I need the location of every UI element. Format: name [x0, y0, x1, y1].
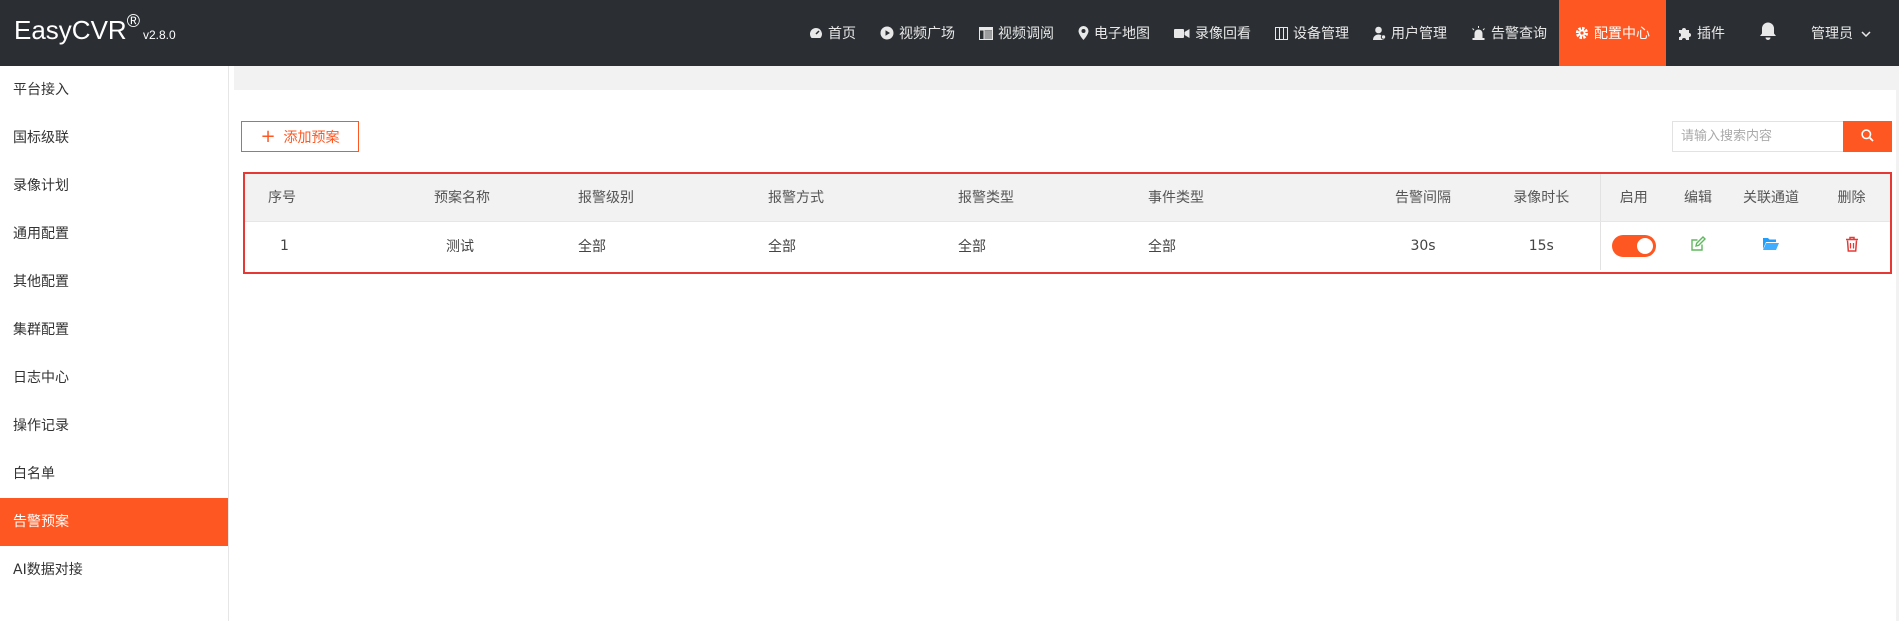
cell-alarm-type: 全部 [958, 238, 986, 255]
nav-item-label: 视频调阅 [998, 26, 1054, 42]
folder-open-icon[interactable] [1762, 237, 1780, 251]
col-header-edit: 编辑 [1667, 174, 1729, 222]
trash-icon[interactable] [1845, 236, 1859, 252]
table-row[interactable]: 1 测试 全部 全部 全部 全部 30s 15s [245, 221, 1890, 270]
cell-alarm-method: 全部 [768, 238, 796, 255]
cell-plan-name: 测试 [446, 238, 474, 255]
cell-alarm-interval: 30s [1410, 237, 1436, 254]
user-menu[interactable]: 管理员 [1803, 0, 1899, 66]
nav-item-playback[interactable]: 录像回看 [1162, 0, 1263, 66]
edit-icon[interactable] [1690, 235, 1706, 252]
nav-item-video-browse[interactable]: 视频调阅 [967, 0, 1066, 66]
col-header-index: 序号 [245, 174, 400, 222]
enable-toggle[interactable] [1611, 234, 1656, 257]
sidebar-item-whitelist[interactable]: 白名单 [0, 450, 228, 498]
sidebar-item-ai-data[interactable]: AI数据对接 [0, 546, 228, 594]
add-plan-label: 添加预案 [283, 129, 340, 146]
brand-logo[interactable]: EasyCVR®v2.8.0 [14, 11, 176, 46]
video-camera-icon [1174, 28, 1190, 39]
sidebar-item-other-config[interactable]: 其他配置 [0, 258, 228, 306]
sidebar-item-record-plan[interactable]: 录像计划 [0, 162, 228, 210]
add-plan-button[interactable]: + 添加预案 [241, 121, 359, 152]
nav-item-label: 首页 [828, 26, 856, 42]
nav-item-video-square[interactable]: 视频广场 [868, 0, 967, 66]
user-icon [1373, 26, 1386, 40]
alarm-icon [1471, 26, 1486, 40]
col-header-alarm-level: 报警级别 [578, 174, 768, 222]
sidebar-item-alarm-plan[interactable]: 告警预案 [0, 498, 228, 546]
sidebar-item-log-center[interactable]: 日志中心 [0, 354, 228, 402]
nav-item-e-map[interactable]: 电子地图 [1066, 0, 1162, 66]
col-header-delete: 删除 [1813, 174, 1890, 222]
col-header-enable: 启用 [1599, 174, 1667, 222]
col-header-event-type: 事件类型 [1148, 174, 1363, 222]
main-content: + 添加预案 请输入搜索内容 序号 预案名称 报警级别 报警方式 报警类型 事件… [234, 66, 1899, 621]
search-input[interactable] [1672, 121, 1844, 152]
notifications-button[interactable] [1737, 0, 1803, 66]
cell-linked-channel [1729, 221, 1813, 270]
toggle-knob [1636, 237, 1653, 254]
nav-item-label: 录像回看 [1195, 26, 1251, 42]
nav-item-label: 配置中心 [1594, 26, 1650, 42]
nav-item-alarm-query[interactable]: 告警查询 [1459, 0, 1559, 66]
nav-item-label: 视频广场 [899, 26, 955, 42]
table-header-row: 序号 预案名称 报警级别 报警方式 报警类型 事件类型 告警间隔 录像时长 启用… [245, 174, 1890, 222]
nav-item-plugins[interactable]: 插件 [1666, 0, 1737, 66]
alarm-plan-table: 序号 预案名称 报警级别 报警方式 报警类型 事件类型 告警间隔 录像时长 启用… [243, 172, 1892, 274]
nav-item-config-center[interactable]: 配置中心 [1559, 0, 1666, 66]
chevron-down-icon [1861, 25, 1871, 41]
bell-icon [1759, 21, 1777, 45]
col-header-alarm-interval: 告警间隔 [1363, 174, 1483, 222]
cell-record-duration: 15s [1528, 237, 1554, 254]
dashboard-icon [809, 27, 823, 39]
col-header-record-duration: 录像时长 [1483, 174, 1600, 222]
sidebar-item-platform-access[interactable]: 平台接入 [0, 66, 228, 114]
sidebar-item-general-config[interactable]: 通用配置 [0, 210, 228, 258]
sidebar-item-operation-log[interactable]: 操作记录 [0, 402, 228, 450]
nav-item-user-manage[interactable]: 用户管理 [1361, 0, 1459, 66]
nav-item-home[interactable]: 首页 [797, 0, 868, 66]
sidebar-item-gb-cascade[interactable]: 国标级联 [0, 114, 228, 162]
nav-item-label: 设备管理 [1293, 26, 1349, 42]
grid-view-icon [979, 26, 993, 40]
cell-event-type: 全部 [1148, 238, 1176, 255]
content-panel: + 添加预案 请输入搜索内容 序号 预案名称 报警级别 报警方式 报警类型 事件… [234, 90, 1896, 621]
col-header-plan-name: 预案名称 [400, 174, 578, 222]
cell-enable [1599, 221, 1667, 270]
cell-index: 1 [280, 237, 289, 254]
sidebar-item-cluster-config[interactable]: 集群配置 [0, 306, 228, 354]
nav-item-label: 插件 [1697, 26, 1725, 42]
plus-icon: + [260, 125, 276, 147]
cell-edit [1667, 221, 1729, 270]
puzzle-icon [1678, 26, 1692, 40]
col-header-alarm-method: 报警方式 [768, 174, 958, 222]
main-nav: 首页 视频广场 视频调阅 电子地图 录像回看 设备管理 用户管理 告警查询 配置… [797, 0, 1899, 66]
col-header-alarm-type: 报警类型 [958, 174, 1148, 222]
search-button[interactable] [1843, 121, 1892, 152]
search-icon [1861, 127, 1874, 146]
device-icon [1275, 26, 1288, 40]
top-navbar: EasyCVR®v2.8.0 首页 视频广场 视频调阅 电子地图 录像回看 设备… [0, 0, 1899, 66]
nav-item-label: 电子地图 [1094, 26, 1150, 42]
map-pin-icon [1078, 26, 1089, 40]
gear-icon [1575, 26, 1589, 40]
nav-item-device-manage[interactable]: 设备管理 [1263, 0, 1361, 66]
brand-name: EasyCVR [14, 15, 127, 45]
nav-item-label: 告警查询 [1491, 26, 1547, 42]
nav-item-label: 用户管理 [1391, 26, 1447, 42]
registered-mark: ® [126, 11, 140, 31]
cell-delete [1813, 221, 1890, 270]
col-header-linked-channel: 关联通道 [1729, 174, 1813, 222]
sidebar: 平台接入 国标级联 录像计划 通用配置 其他配置 集群配置 日志中心 操作记录 … [0, 66, 229, 621]
user-name: 管理员 [1811, 26, 1853, 42]
play-circle-icon [880, 26, 894, 40]
cell-alarm-level: 全部 [578, 238, 606, 255]
app-version: v2.8.0 [142, 28, 176, 42]
